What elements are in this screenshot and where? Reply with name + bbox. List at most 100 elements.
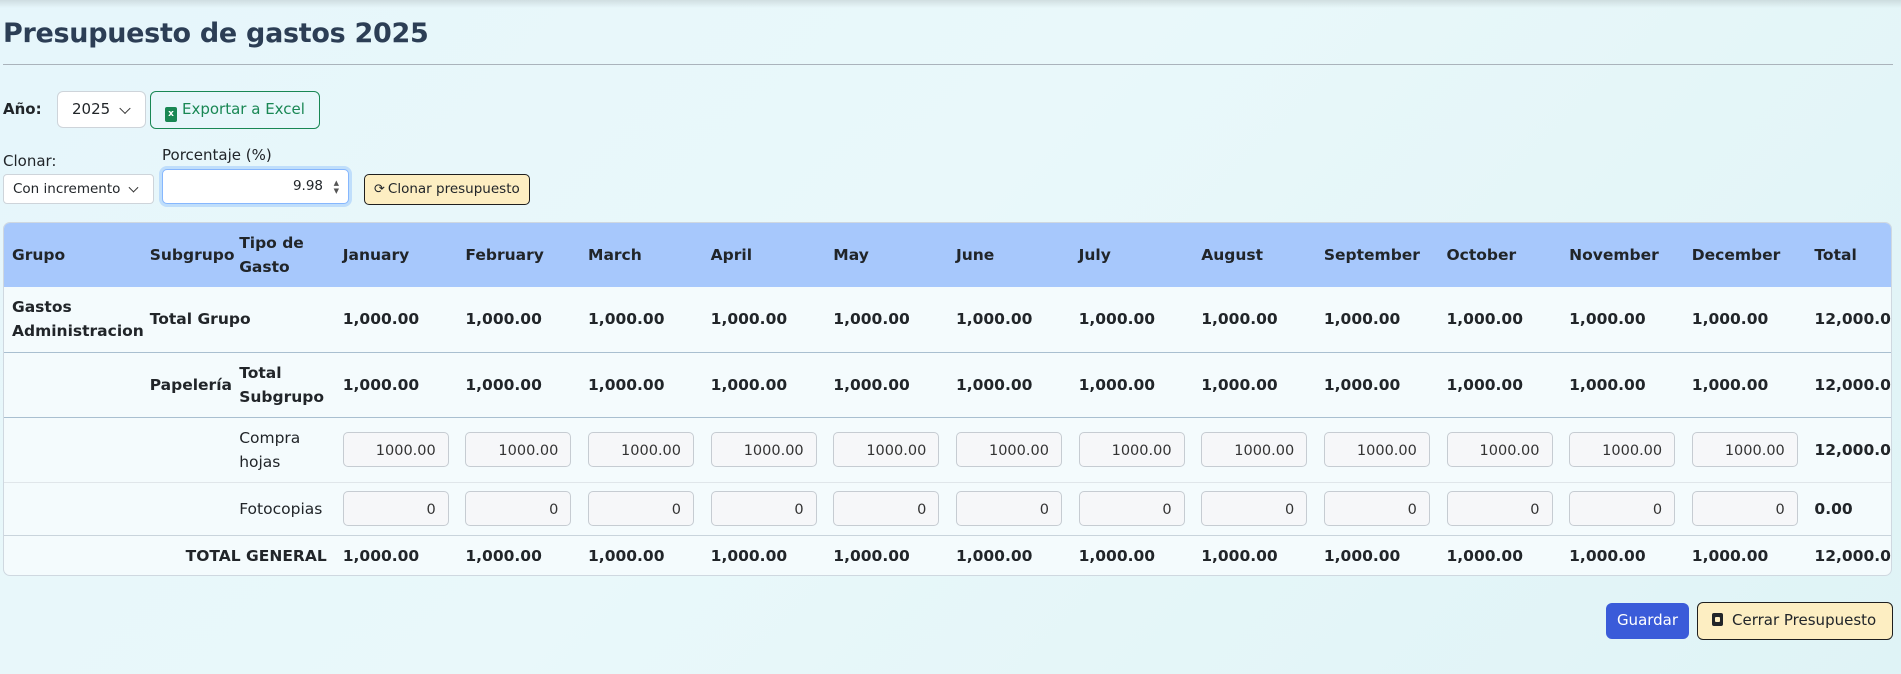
header-month: September xyxy=(1315,223,1439,287)
amount-input[interactable]: 1000.00 xyxy=(342,432,449,467)
amount-input[interactable]: 1000.00 xyxy=(588,432,695,467)
amount-input[interactable]: 0 xyxy=(955,491,1062,526)
save-button[interactable]: Guardar xyxy=(1606,603,1689,639)
total-month-value: 1,000.00 xyxy=(1446,547,1524,566)
month-cell: 1000.00 xyxy=(702,417,826,483)
close-budget-button[interactable]: Cerrar Presupuesto xyxy=(1697,602,1893,640)
clone-budget-button[interactable]: ⟳ Clonar presupuesto xyxy=(364,174,530,205)
page-title: Presupuesto de gastos 2025 xyxy=(3,18,429,49)
amount-input[interactable]: 0 xyxy=(588,491,695,526)
amount-input[interactable]: 1000.00 xyxy=(1323,432,1430,467)
amount-input[interactable]: 0 xyxy=(833,491,940,526)
amount-input[interactable]: 1000.00 xyxy=(710,432,817,467)
subgrupo-total-value: 12,000.00 xyxy=(1806,352,1891,418)
month-cell: 0 xyxy=(1683,482,1807,536)
header-month: February xyxy=(457,223,581,287)
subgrupo-month-value: 1,000.00 xyxy=(1561,352,1684,418)
clone-mode-select[interactable]: Con incremento xyxy=(3,174,154,204)
subgrupo-month-value: 1,000.00 xyxy=(457,352,581,418)
chevron-down-icon xyxy=(119,102,131,114)
item-name: Compra hojas xyxy=(231,417,335,483)
header-month: January xyxy=(334,223,458,287)
clone-mode-value: Con incremento xyxy=(13,181,121,197)
amount-input[interactable]: 0 xyxy=(1691,491,1798,526)
total-general-value: 12,000.00 xyxy=(1814,547,1891,566)
amount-input[interactable]: 1000.00 xyxy=(1201,432,1308,467)
month-cell: 1000.00 xyxy=(334,417,458,483)
amount-input[interactable]: 0 xyxy=(1078,491,1185,526)
month-cell: 1000.00 xyxy=(1561,417,1684,483)
subgrupo-month-value: 1,000.00 xyxy=(825,352,948,418)
total-month-value: 1,000.00 xyxy=(342,547,420,566)
month-cell: 0 xyxy=(702,482,826,536)
amount-input[interactable]: 1000.00 xyxy=(955,432,1062,467)
month-cell: 1000.00 xyxy=(1315,417,1439,483)
total-month-value: 1,000.00 xyxy=(1569,547,1646,566)
month-cell: 1000.00 xyxy=(1438,417,1562,483)
grupo-total-value: 12,000.00 xyxy=(1806,287,1891,353)
spinner-arrows-icon[interactable]: ▲ ▼ xyxy=(334,179,339,195)
table-row-item-compra-hojas: Compra hojas 1000.00 1000.00 1000.00 1000… xyxy=(4,417,1891,483)
grupo-month-value: 1,000.00 xyxy=(1438,287,1562,353)
month-cell: 1000.00 xyxy=(1070,417,1194,483)
total-month-value: 1,000.00 xyxy=(588,547,665,566)
grupo-month-value: 1,000.00 xyxy=(580,287,703,353)
header-tipo-gasto: Tipo de Gasto xyxy=(231,223,335,287)
subgrupo-total-label: Total Subgrupo xyxy=(231,352,335,418)
amount-input[interactable]: 0 xyxy=(342,491,449,526)
grupo-name-line1: Gastos xyxy=(12,298,72,317)
amount-input[interactable]: 0 xyxy=(1569,491,1676,526)
month-cell: 1000.00 xyxy=(1193,417,1316,483)
item-total-value: 12,000.00 xyxy=(1806,417,1891,483)
grupo-month-value: 1,000.00 xyxy=(947,287,1071,353)
clone-budget-label: Clonar presupuesto xyxy=(387,181,520,197)
amount-input[interactable]: 1000.00 xyxy=(833,432,940,467)
amount-input[interactable]: 1000.00 xyxy=(1446,432,1553,467)
month-cell: 1000.00 xyxy=(457,417,581,483)
percent-input[interactable]: 9.98 ▲ ▼ xyxy=(162,169,349,204)
total-month-value: 1,000.00 xyxy=(710,547,788,566)
amount-input[interactable]: 1000.00 xyxy=(1569,432,1676,467)
header-month: August xyxy=(1193,223,1316,287)
subgrupo-total-line2: Subgrupo xyxy=(239,387,324,406)
header-tipo-line1: Tipo de xyxy=(239,234,304,252)
amount-input[interactable]: 1000.00 xyxy=(1078,432,1185,467)
table-row-total-general: TOTAL GENERAL 1,000.00 1,000.00 1,000.00… xyxy=(4,535,1891,575)
amount-input[interactable]: 0 xyxy=(1446,491,1553,526)
header-grupo: Grupo xyxy=(4,223,142,287)
amount-input[interactable]: 1000.00 xyxy=(1691,432,1798,467)
year-select[interactable]: 2025 xyxy=(57,91,146,128)
header-month: December xyxy=(1683,223,1807,287)
amount-input[interactable]: 0 xyxy=(710,491,817,526)
export-excel-button[interactable]: x Exportar a Excel xyxy=(150,91,320,129)
amount-input[interactable]: 0 xyxy=(1323,491,1430,526)
total-month-value: 1,000.00 xyxy=(833,547,910,566)
percent-label: Porcentaje (%) xyxy=(162,146,272,164)
header-month: July xyxy=(1070,223,1194,287)
subgrupo-month-value: 1,000.00 xyxy=(1683,352,1807,418)
refresh-icon: ⟳ xyxy=(374,182,385,197)
empty-cell xyxy=(141,482,232,536)
table-row-item-fotocopias: Fotocopias 0 0 0 0 0 0 0 0 0 0 0 0 0.00 xyxy=(4,482,1891,536)
month-cell: 0 xyxy=(1070,482,1194,536)
grupo-month-value: 1,000.00 xyxy=(1193,287,1316,353)
grupo-month-value: 1,000.00 xyxy=(1315,287,1439,353)
budget-table: Grupo Subgrupo Tipo de Gasto January Febr… xyxy=(4,223,1891,575)
month-cell: 0 xyxy=(1561,482,1684,536)
month-cell: 0 xyxy=(825,482,948,536)
header-month: June xyxy=(947,223,1071,287)
empty-cell xyxy=(4,482,142,536)
grupo-month-value: 1,000.00 xyxy=(1683,287,1807,353)
subgrupo-total-line1: Total xyxy=(239,363,282,382)
header-tipo-line2: Gasto xyxy=(239,258,290,276)
amount-input[interactable]: 0 xyxy=(465,491,572,526)
month-cell: 1000.00 xyxy=(580,417,703,483)
empty-cell xyxy=(4,417,142,483)
amount-input[interactable]: 1000.00 xyxy=(465,432,572,467)
table-row-subgrupo: Papelería Total Subgrupo 1,000.00 1,000.0… xyxy=(4,352,1891,418)
amount-input[interactable]: 0 xyxy=(1201,491,1308,526)
header-subgrupo: Subgrupo xyxy=(141,223,235,287)
month-cell: 0 xyxy=(580,482,703,536)
total-month-value: 1,000.00 xyxy=(1691,547,1769,566)
budget-table-wrapper: Grupo Subgrupo Tipo de Gasto January Febr… xyxy=(3,222,1892,576)
